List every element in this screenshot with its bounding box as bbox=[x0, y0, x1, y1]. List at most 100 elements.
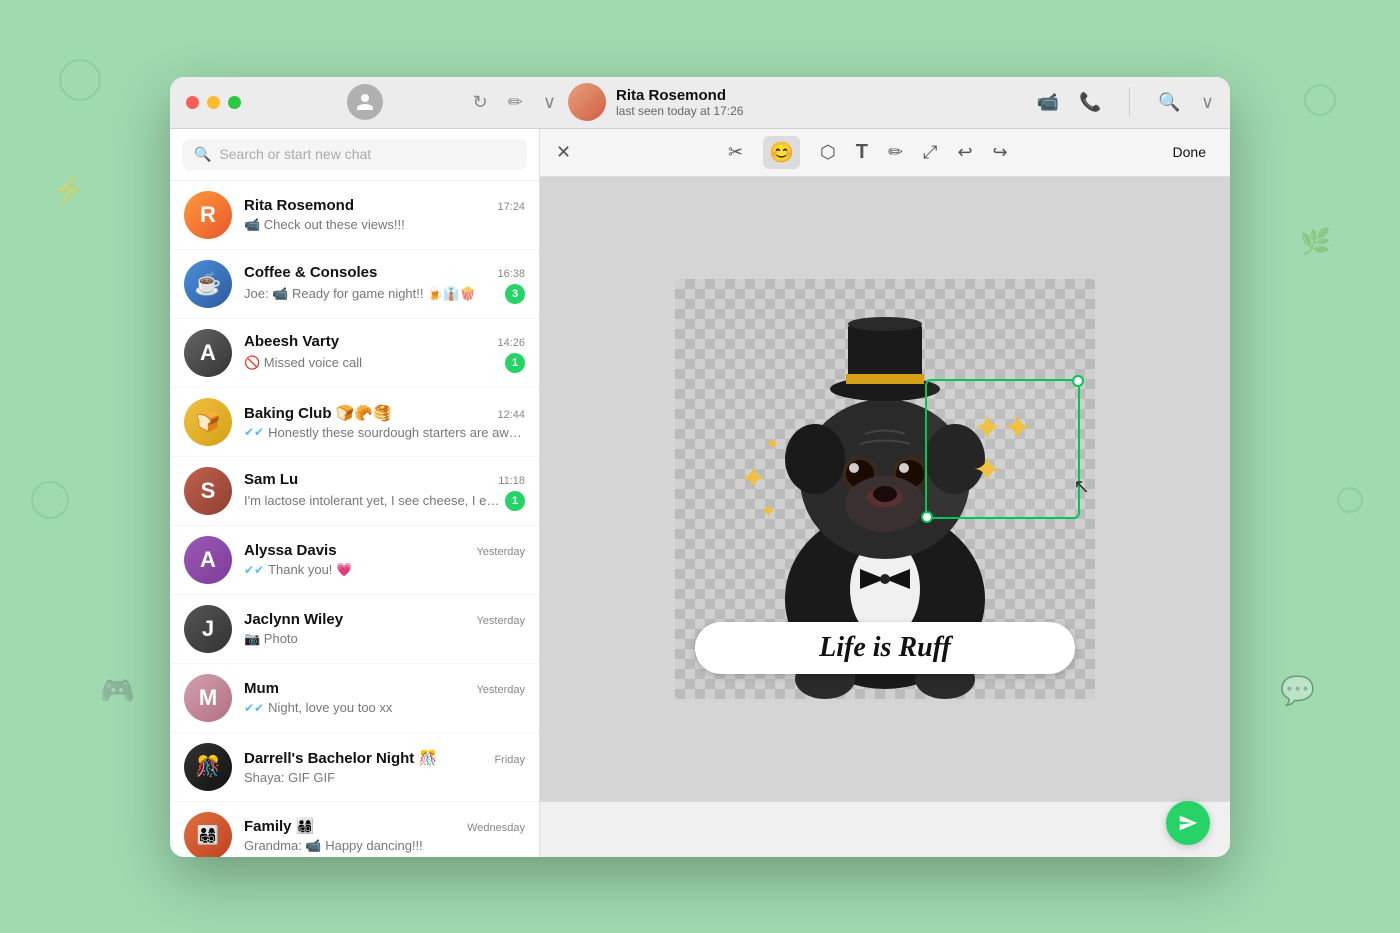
contact-info: Rita Rosemond last seen today at 17:26 bbox=[616, 87, 1037, 118]
chat-top-baking: Baking Club 🍞🥐🥞 12:44 bbox=[244, 404, 525, 422]
chat-time-jaclynn: Yesterday bbox=[476, 615, 525, 627]
contact-status: last seen today at 17:26 bbox=[616, 104, 1037, 118]
chat-details-baking: Baking Club 🍞🥐🥞 12:44 ✔✔ Honestly these … bbox=[244, 404, 525, 440]
chat-preview-text-baking: Honestly these sourdough starters are aw… bbox=[268, 425, 525, 440]
compose-icon[interactable]: ✏ bbox=[508, 92, 523, 113]
search-icon[interactable]: 🔍 bbox=[1158, 92, 1180, 113]
contact-name: Rita Rosemond bbox=[616, 87, 1037, 104]
profile-avatar[interactable] bbox=[347, 84, 383, 120]
search-bar: 🔍 bbox=[170, 129, 539, 181]
chat-preview-abeesh: 🚫 Missed voice call 1 bbox=[244, 353, 525, 373]
chat-header-actions: 📹 📞 🔍 ∨ bbox=[1037, 87, 1214, 117]
chat-details-abeesh: Abeesh Varty 14:26 🚫 Missed voice call 1 bbox=[244, 333, 525, 373]
chat-preview-coffee: Joe: 📹 Ready for game night!! 🍺👔🍿 3 bbox=[244, 284, 525, 304]
sidebar-header-icons: ↻ ✏ ∨ bbox=[473, 92, 556, 113]
scissors-tool[interactable]: ✂ bbox=[728, 142, 743, 163]
text-tool[interactable]: T bbox=[856, 141, 868, 164]
chat-preview-text-darrell: Shaya: GIF GIF bbox=[244, 770, 525, 785]
chat-top-alyssa: Alyssa Davis Yesterday bbox=[244, 542, 525, 559]
avatar-sam: S bbox=[184, 467, 232, 515]
chat-time-mum: Yesterday bbox=[476, 684, 525, 696]
chat-time-abeesh: 14:26 bbox=[497, 337, 525, 349]
chat-preview-text-alyssa: Thank you! 💗 bbox=[268, 562, 525, 578]
chat-time-coffee: 16:38 bbox=[497, 268, 525, 280]
chat-details-family: Family 👨‍👩‍👧‍👦 Wednesday Grandma: 📹 Happ… bbox=[244, 817, 525, 854]
svg-text:🌿: 🌿 bbox=[1300, 227, 1331, 256]
chat-top-rita: Rita Rosemond 17:24 bbox=[244, 197, 525, 214]
close-editor-icon[interactable]: ✕ bbox=[556, 142, 571, 163]
minimize-button[interactable] bbox=[207, 96, 220, 109]
redo-button[interactable]: ↪ bbox=[993, 142, 1008, 163]
svg-text:⚡: ⚡ bbox=[50, 172, 87, 208]
chat-top-mum: Mum Yesterday bbox=[244, 680, 525, 697]
chat-item-alyssa[interactable]: A Alyssa Davis Yesterday ✔✔ Thank you! 💗 bbox=[170, 526, 539, 595]
video-call-icon[interactable]: 📹 bbox=[1037, 92, 1059, 113]
traffic-lights bbox=[186, 96, 241, 109]
chat-item-baking[interactable]: 🍞 Baking Club 🍞🥐🥞 12:44 ✔✔ Honestly thes… bbox=[170, 388, 539, 457]
chat-panel: ✕ ✂ 😊 ⬡ T ✏ ⤢ ↩ ↪ Done bbox=[540, 129, 1230, 857]
chat-details-rita: Rita Rosemond 17:24 📹 Check out these vi… bbox=[244, 197, 525, 233]
chat-preview-alyssa: ✔✔ Thank you! 💗 bbox=[244, 562, 525, 578]
fullscreen-button[interactable] bbox=[228, 96, 241, 109]
chat-time-rita: 17:24 bbox=[497, 201, 525, 213]
search-input[interactable] bbox=[219, 146, 515, 162]
chat-name-coffee: Coffee & Consoles bbox=[244, 264, 377, 281]
sticker-tool[interactable]: ⬡ bbox=[820, 142, 836, 163]
draw-tool[interactable]: ✏ bbox=[888, 142, 903, 163]
chat-item-sam[interactable]: S Sam Lu 11:18 I'm lactose intolerant ye… bbox=[170, 457, 539, 526]
chat-time-alyssa: Yesterday bbox=[476, 546, 525, 558]
chat-name-darrell: Darrell's Bachelor Night 🎊 bbox=[244, 749, 437, 767]
more-options-icon[interactable]: ∨ bbox=[1201, 92, 1214, 113]
sticker-text: Life is Ruff bbox=[695, 622, 1075, 674]
chat-item-coffee[interactable]: ☕ Coffee & Consoles 16:38 Joe: 📹 Ready f… bbox=[170, 250, 539, 319]
chat-top-coffee: Coffee & Consoles 16:38 bbox=[244, 264, 525, 281]
chat-preview-text-family: Grandma: 📹 Happy dancing!!! bbox=[244, 838, 525, 854]
unread-badge-abeesh: 1 bbox=[505, 353, 525, 373]
avatar-family: 👨‍👩‍👧‍👦 bbox=[184, 812, 232, 857]
chat-name-sam: Sam Lu bbox=[244, 471, 298, 488]
search-input-wrap: 🔍 bbox=[182, 139, 527, 170]
chat-name-baking: Baking Club 🍞🥐🥞 bbox=[244, 404, 392, 422]
editor-canvas-area: ✦ ✦ ✦ ✦✦✦ bbox=[540, 177, 1230, 801]
chat-name-family: Family 👨‍👩‍👧‍👦 bbox=[244, 817, 314, 835]
search-icon: 🔍 bbox=[194, 146, 211, 163]
chat-name-mum: Mum bbox=[244, 680, 279, 697]
chat-item-mum[interactable]: M Mum Yesterday ✔✔ Night, love you too x… bbox=[170, 664, 539, 733]
chat-name-alyssa: Alyssa Davis bbox=[244, 542, 337, 559]
chat-time-sam: 11:18 bbox=[498, 475, 525, 487]
phone-call-icon[interactable]: 📞 bbox=[1079, 92, 1101, 113]
editor-toolbar: ✕ ✂ 😊 ⬡ T ✏ ⤢ ↩ ↪ Done bbox=[540, 129, 1230, 177]
refresh-icon[interactable]: ↻ bbox=[473, 92, 488, 113]
unread-badge-coffee: 3 bbox=[505, 284, 525, 304]
chat-item-abeesh[interactable]: A Abeesh Varty 14:26 🚫 Missed voice call… bbox=[170, 319, 539, 388]
avatar-darrell: 🎊 bbox=[184, 743, 232, 791]
dropdown-icon[interactable]: ∨ bbox=[543, 92, 556, 113]
title-bar: ↻ ✏ ∨ Rita Rosemond last seen today at 1… bbox=[170, 77, 1230, 129]
done-button[interactable]: Done bbox=[1165, 140, 1214, 164]
undo-button[interactable]: ↩ bbox=[957, 142, 972, 163]
unread-badge-sam: 1 bbox=[505, 491, 525, 511]
avatar-coffee: ☕ bbox=[184, 260, 232, 308]
chat-details-jaclynn: Jaclynn Wiley Yesterday 📷 Photo bbox=[244, 611, 525, 647]
chat-top-jaclynn: Jaclynn Wiley Yesterday bbox=[244, 611, 525, 628]
read-check-mum: ✔✔ bbox=[244, 701, 264, 715]
chat-time-baking: 12:44 bbox=[497, 409, 525, 421]
crop-tool[interactable]: ⤢ bbox=[923, 142, 937, 163]
chat-preview-text-sam: I'm lactose intolerant yet, I see cheese… bbox=[244, 493, 501, 508]
chat-item-family[interactable]: 👨‍👩‍👧‍👦 Family 👨‍👩‍👧‍👦 Wednesday Grandma… bbox=[170, 802, 539, 857]
close-button[interactable] bbox=[186, 96, 199, 109]
chat-item-rita[interactable]: R Rita Rosemond 17:24 📹 Check out these … bbox=[170, 181, 539, 250]
chat-item-jaclynn[interactable]: J Jaclynn Wiley Yesterday 📷 Photo bbox=[170, 595, 539, 664]
chat-preview-darrell: Shaya: GIF GIF bbox=[244, 770, 525, 785]
send-button[interactable] bbox=[1166, 801, 1210, 845]
sticker-canvas: ✦ ✦ ✦ ✦✦✦ bbox=[675, 279, 1095, 699]
emoji-tool[interactable]: 😊 bbox=[763, 136, 800, 169]
chat-preview-text-mum: Night, love you too xx bbox=[268, 700, 525, 715]
chat-preview-text-rita: 📹 Check out these views!!! bbox=[244, 217, 525, 233]
avatar-mum: M bbox=[184, 674, 232, 722]
chat-preview-text-coffee: Joe: 📹 Ready for game night!! 🍺👔🍿 bbox=[244, 286, 501, 302]
chat-item-darrell[interactable]: 🎊 Darrell's Bachelor Night 🎊 Friday Shay… bbox=[170, 733, 539, 802]
chat-header: Rita Rosemond last seen today at 17:26 📹… bbox=[556, 83, 1214, 121]
chat-details-sam: Sam Lu 11:18 I'm lactose intolerant yet,… bbox=[244, 471, 525, 511]
chat-name-abeesh: Abeesh Varty bbox=[244, 333, 339, 350]
